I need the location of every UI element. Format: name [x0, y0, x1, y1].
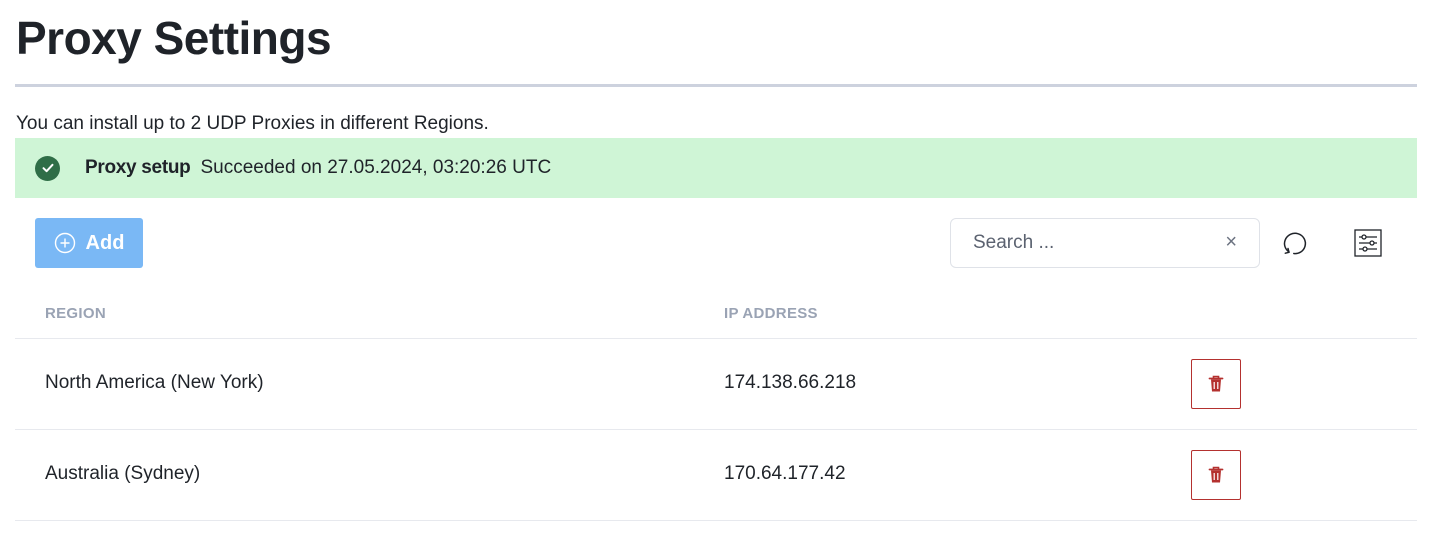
cell-region: North America (New York)	[45, 372, 264, 393]
title-divider	[15, 84, 1417, 87]
row-divider	[15, 429, 1417, 430]
delete-button[interactable]	[1191, 359, 1241, 409]
search-box: ×	[950, 218, 1260, 268]
trash-icon	[1208, 466, 1224, 484]
column-header-ip-address: IP ADDRESS	[724, 305, 818, 322]
add-button-label: Add	[85, 231, 125, 254]
check-circle-icon	[35, 155, 60, 181]
cell-ip-address: 170.64.177.42	[724, 463, 846, 484]
search-input[interactable]	[971, 231, 1205, 255]
delete-button[interactable]	[1191, 450, 1241, 500]
plus-circle-icon	[54, 232, 76, 254]
status-banner-title: Proxy setup	[85, 157, 191, 178]
intro-text: You can install up to 2 UDP Proxies in d…	[16, 113, 489, 134]
cell-region: Australia (Sydney)	[45, 463, 201, 484]
trash-icon	[1208, 375, 1224, 393]
row-divider	[15, 338, 1417, 339]
row-divider	[15, 520, 1417, 521]
column-header-region: REGION	[45, 305, 106, 322]
status-banner-message: Succeeded on 27.05.2024, 03:20:26 UTC	[200, 157, 552, 178]
column-settings-icon[interactable]	[1352, 228, 1384, 258]
status-banner: Proxy setup Succeeded on 27.05.2024, 03:…	[15, 138, 1417, 198]
page-title: Proxy Settings	[16, 12, 332, 64]
clear-search-icon[interactable]: ×	[1225, 231, 1237, 254]
cell-ip-address: 174.138.66.218	[724, 372, 857, 393]
refresh-icon[interactable]	[1280, 228, 1310, 258]
add-button[interactable]: Add	[35, 218, 143, 268]
